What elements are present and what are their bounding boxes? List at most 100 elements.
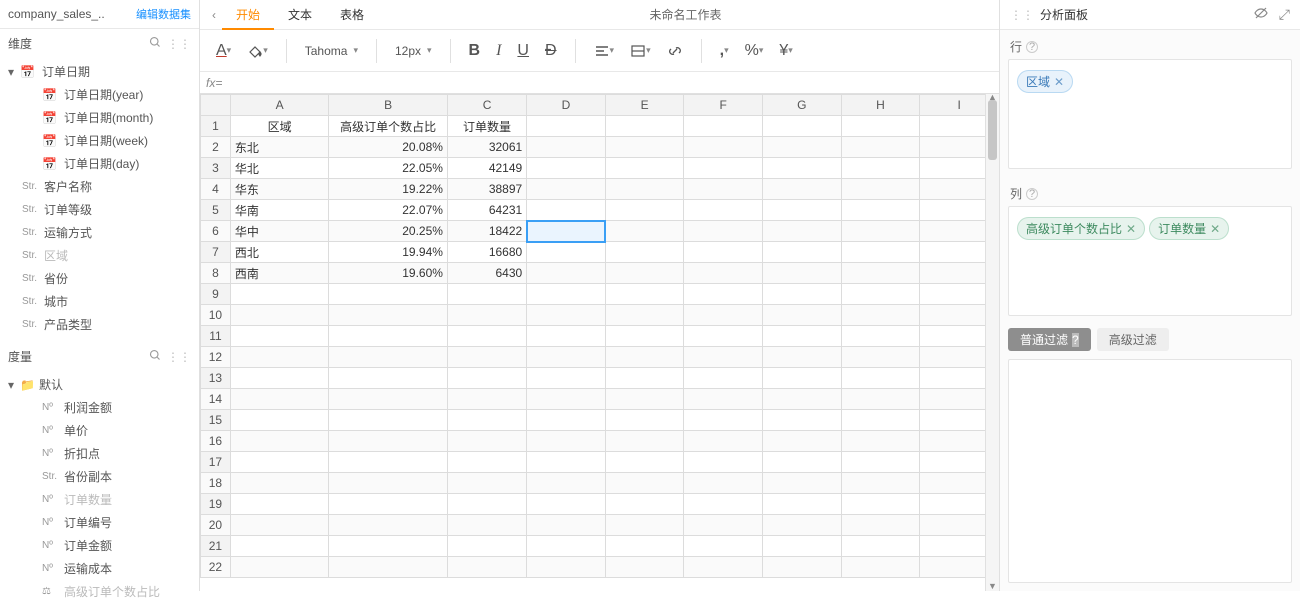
grid-cell[interactable] xyxy=(527,515,606,536)
grid-cell[interactable] xyxy=(763,116,842,137)
grid-cell[interactable] xyxy=(527,368,606,389)
grid-cell[interactable] xyxy=(527,389,606,410)
grid-cell[interactable] xyxy=(527,431,606,452)
grid-cell[interactable] xyxy=(230,515,328,536)
grid-cell[interactable] xyxy=(447,305,526,326)
row-header[interactable]: 6 xyxy=(201,221,231,242)
grid-cell[interactable] xyxy=(841,389,920,410)
grid-cell[interactable] xyxy=(684,305,763,326)
grid-cell[interactable] xyxy=(605,179,684,200)
help-icon[interactable]: ? xyxy=(1072,333,1079,347)
col-header[interactable]: A xyxy=(230,95,328,116)
vertical-scrollbar[interactable]: ▲ ▼ xyxy=(985,94,999,591)
grid-cell[interactable] xyxy=(329,347,448,368)
grid-cell[interactable] xyxy=(841,137,920,158)
grid-cell[interactable] xyxy=(527,326,606,347)
grid-cell[interactable] xyxy=(841,158,920,179)
tree-dim-item[interactable]: Str.运输方式 xyxy=(0,221,199,244)
grid-cell[interactable]: 东北 xyxy=(230,137,328,158)
grid-cell[interactable] xyxy=(527,473,606,494)
grid-cell[interactable] xyxy=(841,200,920,221)
spreadsheet-grid[interactable]: ABCDEFGHI1区域高级订单个数占比订单数量2东北20.08%320613华… xyxy=(200,94,999,578)
col-header[interactable]: H xyxy=(841,95,920,116)
search-icon[interactable] xyxy=(149,36,161,51)
grid-cell[interactable] xyxy=(684,326,763,347)
grid-cell[interactable] xyxy=(447,368,526,389)
grid-cell[interactable] xyxy=(763,305,842,326)
grid-cell[interactable] xyxy=(684,473,763,494)
grid-cell[interactable] xyxy=(605,368,684,389)
grid-cell[interactable] xyxy=(329,431,448,452)
grid-cell[interactable] xyxy=(527,557,606,578)
grid-cell[interactable]: 华中 xyxy=(230,221,328,242)
tree-default-folder[interactable]: ▾📁默认 xyxy=(0,373,199,396)
underline-button[interactable]: U xyxy=(511,38,535,64)
grid-cell[interactable] xyxy=(684,452,763,473)
tree-measure-item[interactable]: Nº订单金额 xyxy=(0,534,199,557)
tab-prev-icon[interactable]: ‹ xyxy=(206,8,222,22)
remove-pill-icon[interactable]: ✕ xyxy=(1210,222,1220,236)
grid-cell[interactable] xyxy=(605,158,684,179)
grid-cell[interactable] xyxy=(605,536,684,557)
grid-cell[interactable] xyxy=(684,158,763,179)
grid-cell[interactable] xyxy=(841,368,920,389)
bold-button[interactable]: B xyxy=(463,38,487,64)
row-header[interactable]: 9 xyxy=(201,284,231,305)
grid-cell[interactable] xyxy=(763,179,842,200)
row-header[interactable]: 18 xyxy=(201,473,231,494)
grid-cell[interactable]: 华南 xyxy=(230,200,328,221)
tree-dim-item[interactable]: Str.省份 xyxy=(0,267,199,290)
col-header[interactable]: G xyxy=(763,95,842,116)
col-header[interactable]: F xyxy=(684,95,763,116)
tree-dim-item[interactable]: Str.客户名称 xyxy=(0,175,199,198)
tree-date-child[interactable]: 📅订单日期(week) xyxy=(0,129,199,152)
grid-cell[interactable] xyxy=(763,410,842,431)
row-header[interactable]: 16 xyxy=(201,431,231,452)
tab-start[interactable]: 开始 xyxy=(222,0,274,30)
row-pill[interactable]: 区域✕ xyxy=(1017,70,1073,93)
grid-cell[interactable] xyxy=(763,242,842,263)
grid-cell[interactable] xyxy=(329,452,448,473)
grid-cell[interactable] xyxy=(605,347,684,368)
grid-cell[interactable] xyxy=(684,116,763,137)
grid-cell[interactable] xyxy=(684,389,763,410)
tab-table[interactable]: 表格 xyxy=(326,0,378,30)
grid-cell[interactable] xyxy=(684,263,763,284)
grid-cell[interactable] xyxy=(230,536,328,557)
expand-icon[interactable]: ⤢ xyxy=(1279,6,1290,23)
tree-measure-item[interactable]: ⚖高级订单个数占比 xyxy=(0,580,199,603)
grid-cell[interactable]: 20.08% xyxy=(329,137,448,158)
grid-cell[interactable] xyxy=(763,284,842,305)
grid-cell[interactable]: 22.07% xyxy=(329,200,448,221)
grid-cell[interactable]: 32061 xyxy=(447,137,526,158)
merge-button[interactable]: ▾ xyxy=(624,40,657,62)
row-header[interactable]: 12 xyxy=(201,347,231,368)
grid-cell[interactable]: 华北 xyxy=(230,158,328,179)
grid-cell[interactable] xyxy=(605,242,684,263)
grid-cell[interactable] xyxy=(605,389,684,410)
grid-cell[interactable] xyxy=(447,326,526,347)
grid-cell[interactable]: 西南 xyxy=(230,263,328,284)
grid-cell[interactable] xyxy=(527,452,606,473)
remove-pill-icon[interactable]: ✕ xyxy=(1126,222,1136,236)
grid-cell[interactable] xyxy=(841,557,920,578)
grid-cell[interactable]: 高级订单个数占比 xyxy=(329,116,448,137)
grid-cell[interactable] xyxy=(447,536,526,557)
comma-format-button[interactable]: ,▾ xyxy=(714,38,735,64)
grid-cell[interactable] xyxy=(841,326,920,347)
grid-cell[interactable] xyxy=(763,494,842,515)
row-header[interactable]: 13 xyxy=(201,368,231,389)
grid-cell[interactable] xyxy=(684,494,763,515)
grid-cell[interactable] xyxy=(230,473,328,494)
grid-cell[interactable] xyxy=(684,179,763,200)
grid-cell[interactable] xyxy=(841,536,920,557)
grid-cell[interactable] xyxy=(684,431,763,452)
grid-cell[interactable] xyxy=(763,557,842,578)
grid-cell[interactable]: 22.05% xyxy=(329,158,448,179)
grid-cell[interactable] xyxy=(447,452,526,473)
align-button[interactable]: ▾ xyxy=(588,40,621,62)
tree-measure-item[interactable]: Nº单价 xyxy=(0,419,199,442)
grid-cell[interactable] xyxy=(329,515,448,536)
grid-cell[interactable] xyxy=(527,137,606,158)
grid-cell[interactable] xyxy=(527,305,606,326)
